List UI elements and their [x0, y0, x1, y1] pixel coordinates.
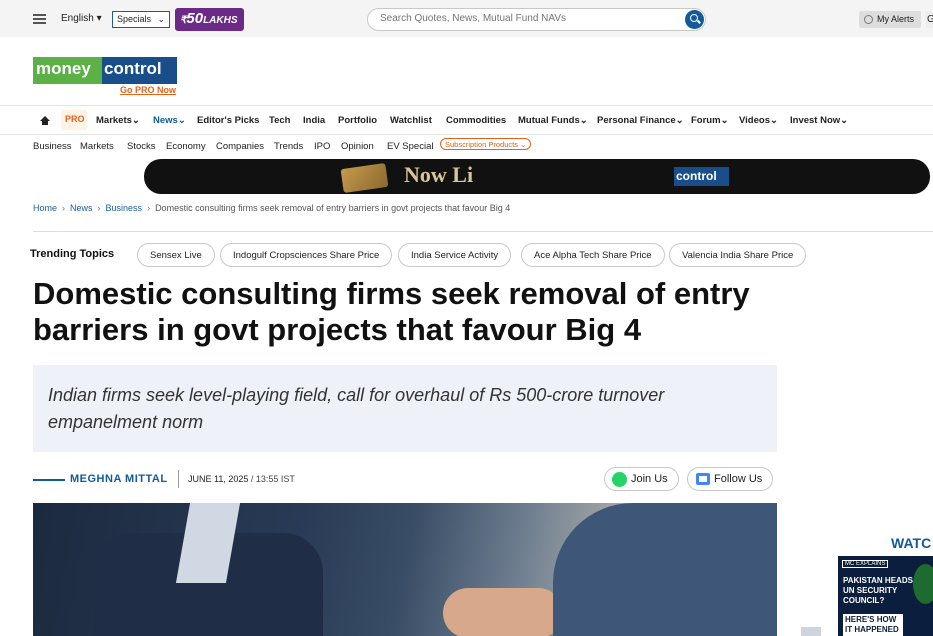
publish-time: / 13:55 IST [250, 474, 295, 484]
flag-icon [913, 564, 933, 604]
article-headline: Domestic consulting firms seek removal o… [33, 276, 750, 347]
nav-personal-finance[interactable]: Personal Finance⌄ [597, 115, 684, 126]
watch-section-title: WATC [891, 535, 932, 551]
video-thumbnail[interactable]: MC EXPLAINS PAKISTAN HEADS UN SECURITY C… [838, 556, 933, 636]
promo-amount: 50 [186, 10, 204, 27]
go-pro-link[interactable]: Go PRO Now [120, 85, 176, 95]
specials-label: Specials [117, 14, 152, 24]
subscription-products-badge[interactable]: Subscription Products ⌄ [440, 138, 532, 150]
nav-label: News [153, 115, 178, 126]
search-box [367, 8, 706, 31]
breadcrumb: Home › News › Business › Domestic consulting f… [33, 203, 510, 213]
video-subtitle: HERE'S HOW IT HAPPENED [843, 614, 903, 636]
alerts-label: My Alerts [877, 14, 915, 24]
nav-label: Invest Now [790, 115, 841, 126]
breadcrumb-business[interactable]: Business [106, 203, 143, 213]
subnav-business[interactable]: Business [33, 141, 72, 152]
chevron-right-icon: › [147, 203, 151, 213]
breadcrumb-home[interactable]: Home [33, 203, 57, 213]
nav-commodities[interactable]: Commodities [446, 115, 506, 126]
nav-forum[interactable]: Forum⌄ [691, 115, 729, 126]
publish-date: JUNE 11, 2025 [188, 474, 249, 484]
subscription-label: Subscription Products [445, 140, 518, 149]
ad-banner[interactable]: Now Li control [144, 159, 930, 194]
subnav-ev-special[interactable]: EV Special [387, 141, 433, 152]
nav-invest-now[interactable]: Invest Now⌄ [790, 115, 848, 126]
nav-label: Forum [691, 115, 721, 126]
promo-unit: LAKHS [203, 15, 238, 26]
nav-label: Videos [739, 115, 770, 126]
chevron-right-icon: › [62, 203, 66, 213]
join-us-label: Join Us [631, 473, 668, 485]
subnav-stocks[interactable]: Stocks [127, 141, 156, 152]
article-summary-box: Indian firms seek level-playing field, c… [33, 365, 777, 452]
join-us-button[interactable]: Join Us [604, 467, 679, 491]
nav-portfolio[interactable]: Portfolio [338, 115, 377, 126]
trending-chip[interactable]: Ace Alpha Tech Share Price [521, 243, 665, 267]
credit-card-image [340, 162, 389, 194]
language-label: English [61, 13, 94, 24]
search-icon[interactable] [685, 10, 704, 29]
author-accent-line [33, 479, 65, 481]
breadcrumb-current: Domestic consulting firms seek removal o… [155, 203, 511, 213]
nav-news[interactable]: News⌄ [153, 115, 186, 126]
subnav-opinion[interactable]: Opinion [341, 141, 374, 152]
nav-india[interactable]: India [303, 115, 325, 126]
publish-dateline: JUNE 11, 2025 / 13:55 IST [188, 474, 295, 484]
whatsapp-icon [612, 472, 627, 487]
trending-topics-label: Trending Topics [30, 248, 115, 260]
video-tag: MC EXPLAINS [842, 560, 889, 568]
chevron-down-icon: ⌄ [157, 14, 165, 24]
gear-icon [864, 15, 873, 24]
my-alerts-button[interactable]: My Alerts [859, 11, 921, 28]
floating-icon[interactable] [801, 627, 821, 636]
subnav-companies[interactable]: Companies [216, 141, 264, 152]
pro-badge[interactable]: PRO [61, 110, 87, 130]
video-title: PAKISTAN HEADS UN SECURITY COUNCIL? [843, 576, 913, 605]
menu-icon[interactable] [33, 14, 46, 24]
nav-watchlist[interactable]: Watchlist [390, 115, 432, 126]
article-hero-image [33, 503, 777, 636]
hero-figure [443, 588, 563, 636]
subnav-economy[interactable]: Economy [166, 141, 206, 152]
trending-chip[interactable]: Indogulf Cropsciences Share Price [220, 243, 393, 267]
subnav-ipo[interactable]: IPO [314, 141, 330, 152]
nav-label: Markets [96, 115, 132, 126]
divider [178, 470, 179, 488]
search-input[interactable] [380, 13, 670, 24]
follow-us-label: Follow Us [714, 473, 763, 485]
home-icon[interactable] [40, 116, 50, 125]
moneycontrol-logo[interactable]: money control [33, 57, 177, 84]
specials-dropdown[interactable]: Specials ⌄ [112, 11, 170, 28]
article-summary: Indian firms seek level-playing field, c… [48, 385, 665, 432]
nav-mutual-funds[interactable]: Mutual Funds⌄ [518, 115, 588, 126]
logo-text-money: money [36, 59, 91, 78]
author-name[interactable]: MEGHNA MITTAL [70, 473, 168, 485]
banner-text: Now Li [404, 162, 474, 187]
follow-us-button[interactable]: Follow Us [687, 467, 774, 491]
nav-editors-picks[interactable]: Editor's Picks [197, 115, 259, 126]
subnav-markets[interactable]: Markets [80, 141, 114, 152]
nav-markets[interactable]: Markets⌄ [96, 115, 140, 126]
nav-label: Mutual Funds [518, 115, 580, 126]
hero-figure [553, 503, 777, 636]
nav-label: Personal Finance [597, 115, 676, 126]
trending-chip[interactable]: Sensex Live [137, 243, 215, 267]
nav-videos[interactable]: Videos⌄ [739, 115, 778, 126]
language-selector[interactable]: English ▾ [61, 13, 102, 24]
logo-text-control: control [102, 57, 177, 84]
trending-chip[interactable]: India Service Activity [398, 243, 512, 267]
divider [33, 231, 933, 232]
main-nav: PRO Markets⌄ News⌄ Editor's Picks Tech I… [0, 105, 933, 135]
nav-tech[interactable]: Tech [269, 115, 290, 126]
promo-50-lakhs-badge[interactable]: ₹50LAKHS [175, 8, 244, 31]
top-bar: English ▾ Specials ⌄ ₹50LAKHS My Alerts … [0, 0, 933, 37]
subnav-trends[interactable]: Trends [274, 141, 303, 152]
trending-chip[interactable]: Valencia India Share Price [669, 243, 807, 267]
banner-brand: control [674, 167, 729, 186]
google-news-icon [696, 473, 710, 485]
chevron-right-icon: › [97, 203, 101, 213]
cut-off-button[interactable]: G [925, 11, 933, 28]
breadcrumb-news[interactable]: News [70, 203, 93, 213]
